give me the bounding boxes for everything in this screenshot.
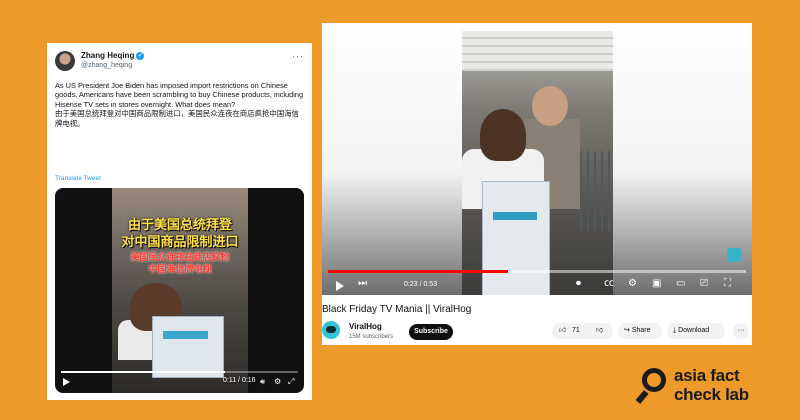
author-handle[interactable]: @zhang_heqing xyxy=(81,62,132,69)
tweet-video-frame: 由于美国总统拜登 对中国商品限制进口 美国民众连夜在商店疯抢 中国海信牌电视 xyxy=(112,188,248,393)
thumbs-down-icon[interactable]: 👎︎ xyxy=(596,323,603,339)
download-button[interactable]: ⤓ Download xyxy=(667,323,725,339)
author-name-row[interactable]: Zhang Heqing ✓ xyxy=(81,51,145,60)
author-avatar[interactable] xyxy=(55,51,75,71)
youtube-video-player[interactable]: ⏭︎ 0:23 / 0:53 ⏺︎ ㏄ ⚙ ▣ ▭ ⎚ ⛶ xyxy=(322,23,752,295)
more-actions-button[interactable]: ··· xyxy=(733,323,749,339)
next-icon[interactable]: ⏭︎ xyxy=(358,278,367,289)
tweet-header: Zhang Heqing ✓ @zhang_heqing ··· xyxy=(55,51,304,73)
store-ceiling xyxy=(462,31,613,71)
subscriber-count: 15M subscribers xyxy=(349,334,394,340)
channel-watermark-icon[interactable] xyxy=(727,248,741,262)
like-dislike-group: 👍︎ 71 👎︎ xyxy=(552,323,613,339)
channel-avatar[interactable] xyxy=(322,321,340,339)
channel-name[interactable]: ViralHog xyxy=(349,322,382,331)
logo-text-line2: check lab xyxy=(674,385,749,404)
tweet-video-time: 0:11 / 0:16 xyxy=(223,377,256,384)
tweet-video-progress-bar[interactable] xyxy=(61,371,298,373)
author-name[interactable]: Zhang Heqing xyxy=(81,51,134,60)
thumbs-up-icon[interactable]: 👍︎ xyxy=(559,323,566,339)
fullscreen-icon[interactable]: ⛶ xyxy=(724,278,731,289)
video-shopping-cart xyxy=(580,151,613,231)
autoplay-toggle-icon[interactable]: ⏺︎ xyxy=(576,278,581,289)
tweet-text: As US President Joe Biden has imposed im… xyxy=(55,81,305,128)
video-caption-line4: 中国海信牌电视 xyxy=(148,265,212,275)
youtube-progress-fill xyxy=(328,270,508,273)
play-icon[interactable] xyxy=(336,281,344,291)
tweet-video-progress-fill xyxy=(61,371,225,373)
logo-text-line1: asia fact xyxy=(674,366,740,385)
settings-icon[interactable]: ⚙ xyxy=(628,278,637,289)
tweet-text-english: As US President Joe Biden has imposed im… xyxy=(55,81,304,109)
asia-fact-check-lab-logo: asia fact check lab xyxy=(635,366,780,406)
fullscreen-icon[interactable]: ⤢ xyxy=(288,377,294,386)
tweet-video-player[interactable]: 由于美国总统拜登 对中国商品限制进口 美国民众连夜在商店疯抢 中国海信牌电视 0… xyxy=(55,188,304,393)
settings-icon[interactable]: ⚙ xyxy=(274,377,281,386)
like-count[interactable]: 71 xyxy=(572,323,580,339)
youtube-progress-bar[interactable] xyxy=(328,270,746,273)
subscribe-button[interactable]: Subscribe xyxy=(409,324,453,340)
magnifier-handle xyxy=(635,390,649,404)
more-icon[interactable]: ··· xyxy=(292,51,304,61)
cc-icon[interactable]: ㏄ xyxy=(604,278,614,289)
miniplayer-icon[interactable]: ▣ xyxy=(652,278,661,289)
share-label: Share xyxy=(631,327,651,334)
video-caption-line2: 对中国商品限制进口 xyxy=(121,235,239,250)
download-icon: ⤓ xyxy=(673,327,677,334)
cast-icon[interactable]: ⎚ xyxy=(700,278,708,289)
play-icon[interactable] xyxy=(63,378,70,386)
youtube-video-frame xyxy=(462,31,613,295)
share-button[interactable]: ↪ Share xyxy=(618,323,662,339)
video-person xyxy=(480,109,526,161)
tweet-card: Zhang Heqing ✓ @zhang_heqing ··· As US Pr… xyxy=(47,43,312,400)
theater-icon[interactable]: ▭ xyxy=(676,278,685,289)
youtube-video-time: 0:23 / 0:53 xyxy=(404,281,438,288)
tweet-video-controls: 0:11 / 0:16 🔊︎ ⚙ ⤢ xyxy=(55,367,304,393)
tweet-text-chinese: 由于美国总统拜登对中国商品限制进口，美国民众连夜在商店疯抢中国海信牌电视。 xyxy=(55,109,299,128)
volume-icon[interactable]: 🔊︎ xyxy=(260,377,265,386)
youtube-card: ⏭︎ 0:23 / 0:53 ⏺︎ ㏄ ⚙ ▣ ▭ ⎚ ⛶ Black Frid… xyxy=(322,23,752,345)
video-tv-box xyxy=(482,181,550,295)
video-bystander xyxy=(532,86,568,126)
verified-badge-icon: ✓ xyxy=(136,51,145,60)
youtube-video-title: Black Friday TV Mania || ViralHog xyxy=(322,304,472,315)
translate-tweet-link[interactable]: Translate Tweet xyxy=(55,175,101,182)
search-magnifier-logo-icon xyxy=(642,368,666,392)
share-icon: ↪ xyxy=(624,327,630,334)
download-label: Download xyxy=(678,327,710,334)
